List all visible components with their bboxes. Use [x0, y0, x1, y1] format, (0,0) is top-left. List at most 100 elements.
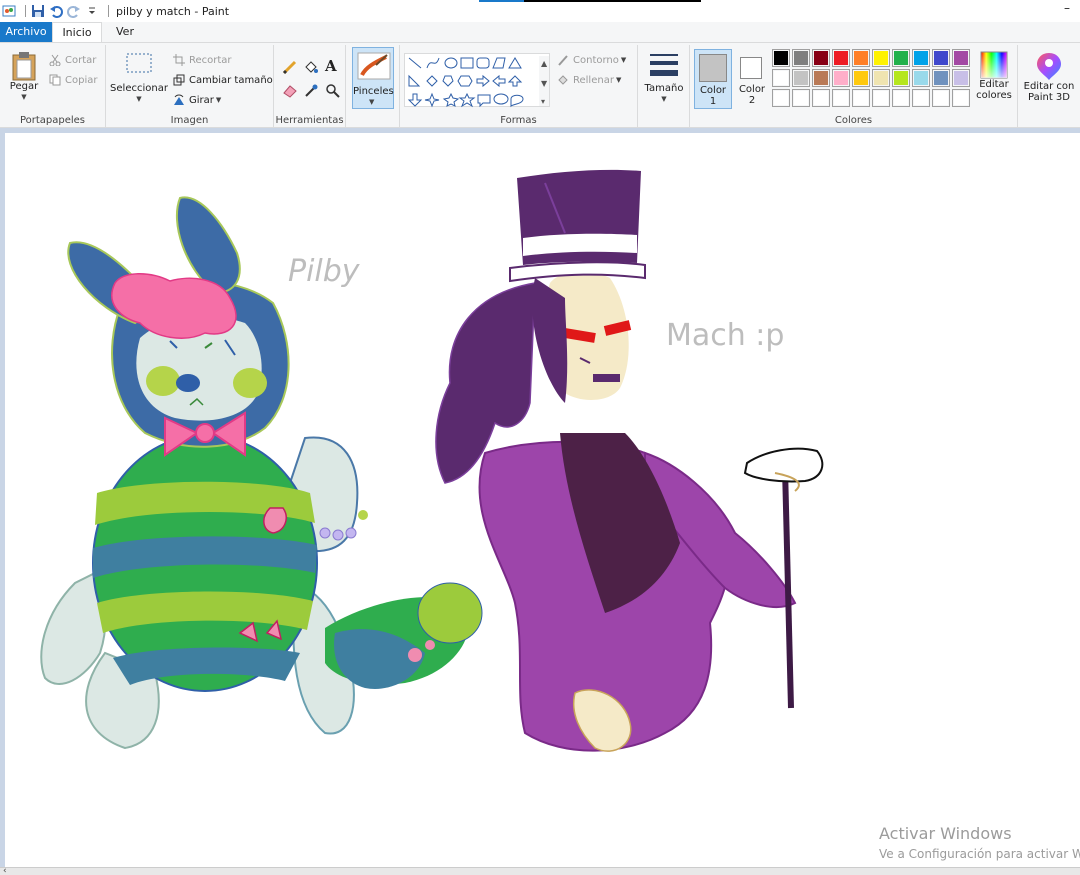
- eraser-icon[interactable]: [282, 83, 298, 102]
- color2-button[interactable]: Color 2: [734, 49, 770, 109]
- label-pilby: Pilby: [288, 254, 361, 289]
- save-icon[interactable]: [31, 4, 45, 18]
- group-clipboard: Pegar ▼ Cortar Copiar Portapapeles: [0, 45, 106, 127]
- palette-swatch[interactable]: [872, 69, 890, 87]
- ribbon-tabs: Archivo Inicio Ver: [0, 22, 1080, 42]
- palette-swatch[interactable]: [852, 69, 870, 87]
- palette-swatch[interactable]: [952, 89, 970, 107]
- copy-button[interactable]: Copiar: [48, 71, 97, 89]
- palette-swatch-color: [834, 71, 848, 85]
- palette-swatch[interactable]: [872, 49, 890, 67]
- group-label: Herramientas: [275, 115, 344, 126]
- palette-swatch[interactable]: [852, 89, 870, 107]
- edit-colors-label: Editar colores: [976, 79, 1012, 101]
- palette-swatch[interactable]: [812, 89, 830, 107]
- palette-swatch[interactable]: [952, 49, 970, 67]
- palette-swatch[interactable]: [892, 69, 910, 87]
- shapes-icon: ▲ ▼ ▾: [407, 56, 549, 108]
- paste-label: Pegar: [9, 81, 39, 92]
- palette-swatch[interactable]: [772, 89, 790, 107]
- color1-swatch: [699, 54, 727, 82]
- palette-swatch-color: [774, 51, 788, 65]
- group-label: Imagen: [170, 115, 209, 126]
- status-bar: ‹: [0, 866, 1080, 875]
- palette-swatch[interactable]: [932, 89, 950, 107]
- rotate-button[interactable]: Girar ▼: [172, 91, 221, 109]
- palette-swatch[interactable]: [832, 49, 850, 67]
- copy-label: Copiar: [65, 74, 98, 86]
- palette-swatch[interactable]: [852, 49, 870, 67]
- ribbon: Pegar ▼ Cortar Copiar Portapapeles Selec…: [0, 42, 1080, 128]
- shapes-gallery[interactable]: ▲ ▼ ▾: [404, 53, 550, 108]
- crop-button[interactable]: Recortar: [172, 51, 232, 69]
- palette-swatch-color: [834, 91, 848, 105]
- color1-label: Color 1: [699, 85, 727, 107]
- palette-swatch[interactable]: [932, 49, 950, 67]
- minimize-button[interactable]: –: [1064, 2, 1074, 14]
- palette-swatch[interactable]: [792, 49, 810, 67]
- edit-colors-button[interactable]: Editar colores: [974, 49, 1014, 111]
- drawing-canvas[interactable]: Pilby Mach :p: [5, 133, 1080, 867]
- palette-swatch[interactable]: [912, 49, 930, 67]
- chevron-down-icon: ▼: [136, 95, 142, 103]
- color2-label: Color 2: [738, 84, 766, 106]
- palette-swatch[interactable]: [932, 69, 950, 87]
- resize-button[interactable]: Cambiar tamaño: [172, 71, 273, 89]
- palette-swatch-color: [814, 91, 828, 105]
- palette-swatch[interactable]: [892, 49, 910, 67]
- brushes-label: Pinceles: [353, 86, 394, 97]
- palette-swatch[interactable]: [792, 69, 810, 87]
- fill-bucket-icon[interactable]: [303, 59, 319, 78]
- edit-paint3d-label: Editar con Paint 3D: [1023, 81, 1075, 103]
- size-button[interactable]: Tamaño ▼: [642, 51, 686, 105]
- fill-button[interactable]: Rellenar ▼: [556, 71, 621, 89]
- group-image: Seleccionar ▼ Recortar Cambiar tamaño Gi…: [106, 45, 274, 127]
- redo-icon[interactable]: [67, 4, 81, 18]
- palette-swatch-color: [814, 71, 828, 85]
- customize-toolbar-icon[interactable]: [85, 4, 99, 18]
- palette-swatch[interactable]: [772, 49, 790, 67]
- paste-button[interactable]: Pegar ▼: [6, 51, 42, 103]
- color1-button[interactable]: Color 1: [694, 49, 732, 109]
- fill-label: Rellenar: [573, 74, 614, 86]
- palette-swatch[interactable]: [872, 89, 890, 107]
- palette-swatch[interactable]: [912, 89, 930, 107]
- color-picker-icon[interactable]: [303, 83, 319, 102]
- edit-paint3d-button[interactable]: Editar con Paint 3D: [1020, 49, 1078, 109]
- tab-home[interactable]: Inicio: [52, 22, 102, 42]
- magnifier-icon[interactable]: [325, 83, 341, 102]
- palette-swatch[interactable]: [892, 89, 910, 107]
- palette-swatch-color: [854, 91, 868, 105]
- palette-swatch[interactable]: [912, 69, 930, 87]
- palette-swatch[interactable]: [812, 69, 830, 87]
- palette-swatch[interactable]: [952, 69, 970, 87]
- paint-app-icon[interactable]: [2, 4, 16, 18]
- tab-view[interactable]: Ver: [108, 22, 142, 42]
- text-tool-icon[interactable]: A: [325, 57, 337, 75]
- palette-swatch-color: [934, 71, 948, 85]
- chevron-down-icon: ▼: [21, 93, 27, 101]
- palette-swatch-color: [894, 71, 908, 85]
- tab-file[interactable]: Archivo: [0, 22, 52, 42]
- palette-swatch[interactable]: [772, 69, 790, 87]
- label-mach: Mach :p: [666, 318, 784, 353]
- cut-button[interactable]: Cortar: [48, 51, 96, 69]
- chevron-down-icon: ▼: [661, 95, 667, 103]
- palette-swatch[interactable]: [832, 89, 850, 107]
- palette-swatch[interactable]: [792, 89, 810, 107]
- cut-label: Cortar: [65, 54, 97, 66]
- palette-swatch-color: [894, 51, 908, 65]
- chevron-down-icon: ▼: [615, 76, 622, 84]
- select-button[interactable]: Seleccionar ▼: [110, 51, 168, 105]
- clipboard-icon: [12, 52, 36, 81]
- undo-icon[interactable]: [49, 4, 63, 18]
- crop-icon: [172, 53, 186, 67]
- palette-swatch-color: [794, 71, 808, 85]
- scroll-left-icon[interactable]: ‹: [3, 866, 7, 875]
- brushes-button[interactable]: Pinceles ▼: [352, 47, 394, 109]
- palette-swatch[interactable]: [812, 49, 830, 67]
- pencil-icon[interactable]: [282, 59, 298, 78]
- outline-button[interactable]: Contorno ▼: [556, 51, 626, 69]
- canvas-workspace: Pilby Mach :p: [0, 128, 1080, 867]
- palette-swatch[interactable]: [832, 69, 850, 87]
